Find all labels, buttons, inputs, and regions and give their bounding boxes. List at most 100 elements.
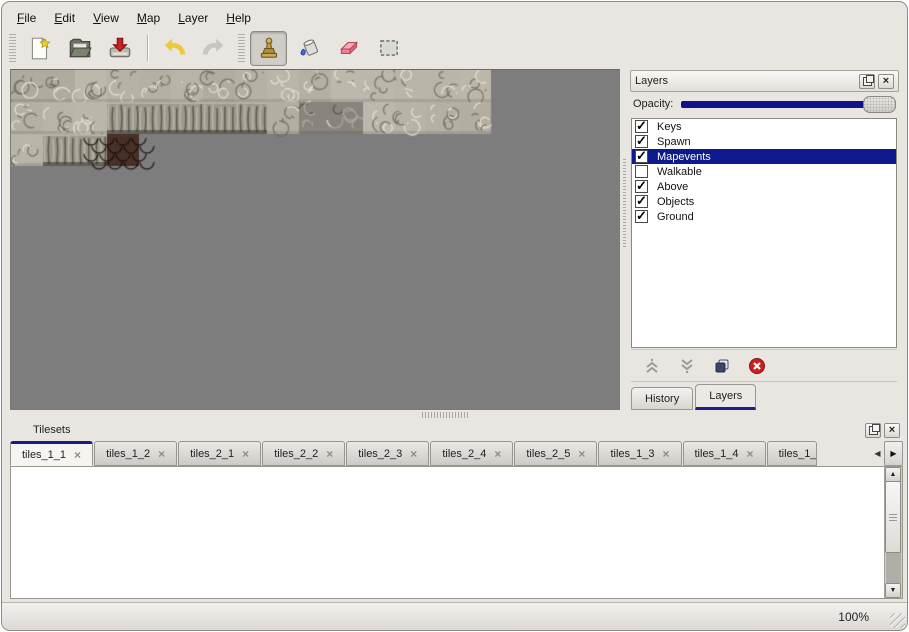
move-layer-down-button[interactable] [676,355,698,377]
app-window: File Edit View Map Layer Help [1,1,908,631]
opacity-slider-handle[interactable] [863,96,896,113]
scroll-up-icon[interactable] [885,467,901,482]
tileset-tab-tiles_1_4[interactable]: tiles_1_4 [683,441,766,466]
tileset-tab-tiles_1_3[interactable]: tiles_1_3 [598,441,681,466]
tab-close-icon[interactable] [494,448,501,460]
tab-close-icon[interactable] [326,448,333,460]
tab-history[interactable]: History [631,387,693,410]
select-icon [376,35,402,61]
map-canvas[interactable] [11,70,619,409]
scroll-right-icon[interactable] [884,441,903,466]
tilesets-header: Tilesets [10,419,903,441]
fill-tool-button[interactable] [290,31,327,66]
layers-panel-header[interactable]: Layers [630,70,899,92]
menu-map[interactable]: Map [128,9,169,27]
menu-file[interactable]: File [8,9,45,27]
select-tool-button[interactable] [370,31,407,66]
move-layer-up-icon [643,357,661,375]
main-toolbar [6,30,903,66]
duplicate-layer-icon [713,357,731,375]
tileset-tab-bar: tiles_1_1 tiles_1_2 tiles_2_1 tiles_2_2 … [10,441,903,466]
resize-grip[interactable] [890,613,905,628]
tilesets-title: Tilesets [33,424,862,436]
tileset-tab-overflow[interactable]: tiles_1_ [767,441,818,466]
undo-button[interactable] [155,31,192,66]
tileset-tab-tiles_2_3[interactable]: tiles_2_3 [346,441,429,466]
float-tilesets-button[interactable] [865,423,881,438]
tileset-tab-tiles_2_1[interactable]: tiles_2_1 [178,441,261,466]
layer-row-objects[interactable]: Objects [632,194,896,209]
delete-layer-button[interactable] [746,355,768,377]
scroll-left-icon[interactable] [871,449,884,458]
undo-icon [161,35,187,61]
tab-close-icon[interactable] [158,448,165,460]
layer-visibility-checkbox[interactable] [635,165,648,178]
close-tilesets-button[interactable] [884,423,900,438]
menu-view[interactable]: View [84,9,128,27]
layer-visibility-checkbox[interactable] [635,195,648,208]
menu-edit[interactable]: Edit [45,9,84,27]
tab-close-icon[interactable] [410,448,417,460]
layer-visibility-checkbox[interactable] [635,180,648,193]
dock-tab-bar: History Layers [631,385,758,410]
redo-button[interactable] [195,31,232,66]
palette-scrollbar[interactable] [884,467,902,598]
float-panel-button[interactable] [859,74,875,89]
tab-close-icon[interactable] [662,448,669,460]
layer-row-above[interactable]: Above [632,179,896,194]
close-panel-button[interactable] [878,74,894,89]
tileset-tab-tiles_1_2[interactable]: tiles_1_2 [94,441,177,466]
layer-visibility-checkbox[interactable] [635,150,648,163]
tileset-palette [10,466,903,599]
layer-label: Walkable [657,166,702,178]
redo-icon [201,35,227,61]
layer-row-walkable[interactable]: Walkable [632,164,896,179]
zoom-level: 100% [838,610,869,624]
tileset-tab-tiles_2_4[interactable]: tiles_2_4 [430,441,513,466]
dock-splitter-vertical[interactable] [620,69,629,410]
open-file-button[interactable] [61,31,98,66]
layer-visibility-checkbox[interactable] [635,120,648,133]
tab-close-icon[interactable] [74,449,81,461]
layer-row-keys[interactable]: Keys [632,119,896,134]
menu-layer[interactable]: Layer [169,9,217,27]
menu-bar: File Edit View Map Layer Help [8,7,260,28]
tileset-canvas[interactable] [11,467,885,596]
layer-visibility-checkbox[interactable] [635,135,648,148]
tab-layers[interactable]: Layers [695,384,756,410]
scrollbar-thumb[interactable] [885,481,901,553]
menu-help[interactable]: Help [217,9,260,27]
layer-row-mapevents[interactable]: Mapevents [632,149,896,164]
dock-splitter-horizontal[interactable] [422,412,470,418]
stamp-tool-button[interactable] [250,31,287,66]
layer-label: Above [657,181,688,193]
scrollbar-track[interactable] [886,552,901,583]
fill-icon [296,35,322,61]
eraser-icon [336,35,362,61]
toolbar-drag-handle[interactable] [9,34,16,62]
tab-close-icon[interactable] [578,448,585,460]
tileset-tab-tiles_2_2[interactable]: tiles_2_2 [262,441,345,466]
eraser-tool-button[interactable] [330,31,367,66]
duplicate-layer-button[interactable] [711,355,733,377]
layers-panel-title: Layers [635,75,856,87]
layer-row-spawn[interactable]: Spawn [632,134,896,149]
tileset-tab-tiles_1_1[interactable]: tiles_1_1 [10,441,93,466]
toolbar-separator [147,35,149,61]
layer-row-ground[interactable]: Ground [632,209,896,224]
new-file-icon [27,35,53,61]
float-icon [869,426,878,435]
opacity-slider[interactable] [681,95,896,113]
save-file-button[interactable] [101,31,138,66]
tab-close-icon[interactable] [747,448,754,460]
new-file-button[interactable] [21,31,58,66]
opacity-label: Opacity: [633,98,673,110]
tools-drag-handle[interactable] [238,34,245,62]
layer-visibility-checkbox[interactable] [635,210,648,223]
scroll-down-icon[interactable] [885,583,901,598]
tab-close-icon[interactable] [242,448,249,460]
layers-dock: Layers Opacity: Keys Spawn Mapevents [629,69,904,412]
stamp-icon [256,35,282,61]
move-layer-up-button[interactable] [641,355,663,377]
tileset-tab-tiles_2_5[interactable]: tiles_2_5 [514,441,597,466]
